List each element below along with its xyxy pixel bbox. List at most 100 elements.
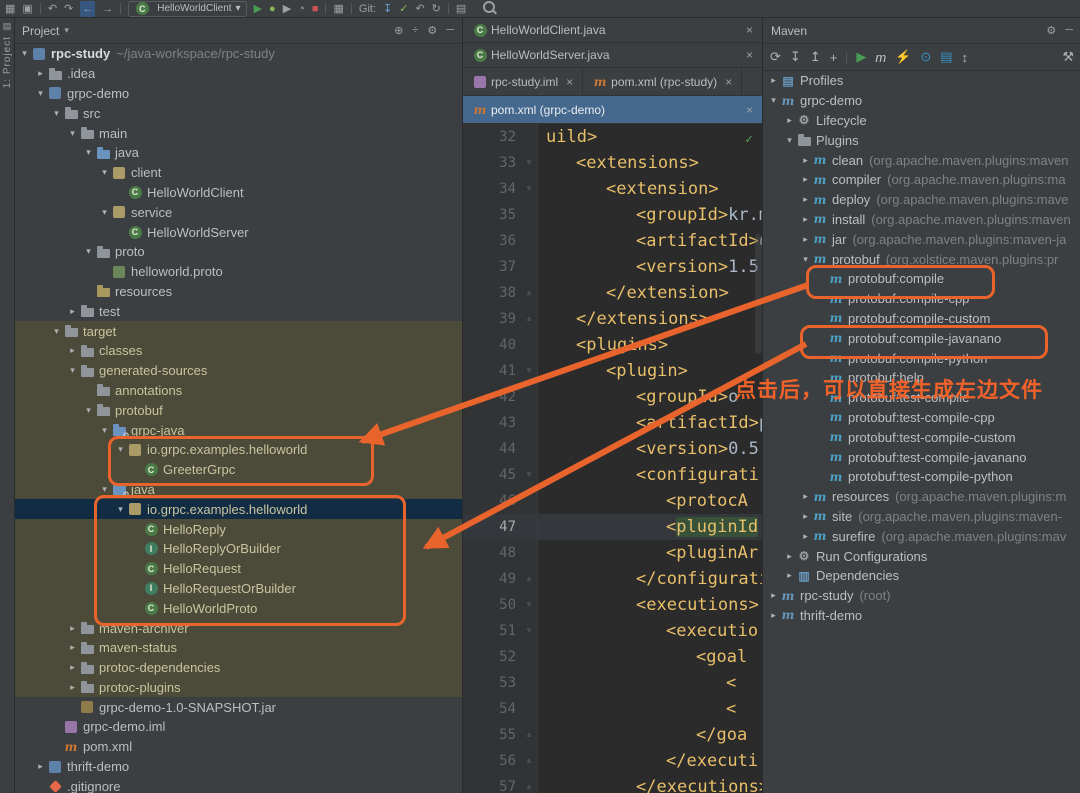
expand-arrow-icon[interactable]: ▸ xyxy=(799,155,812,166)
collapse-arrow-icon[interactable]: ▾ xyxy=(114,444,127,455)
collapse-arrow-icon[interactable]: ▾ xyxy=(767,95,780,106)
project-tree-item[interactable]: C GreeterGrpc xyxy=(14,459,462,480)
add-maven-project-icon[interactable]: + xyxy=(830,50,838,65)
editor-tab[interactable]: C HelloWorldClient.java × xyxy=(463,18,763,42)
project-tree-item[interactable]: ▾ generated-sources xyxy=(14,360,462,381)
fold-marker-icon[interactable]: ▵ xyxy=(521,774,538,793)
maven-tree-item[interactable]: ▸ m rpc-study (root) xyxy=(763,586,1080,606)
maven-tree-item[interactable]: m protobuf:compile-javanano xyxy=(763,328,1080,348)
editor-tab[interactable]: rpc-study.iml × xyxy=(463,68,584,95)
collapse-arrow-icon[interactable]: ▾ xyxy=(82,405,95,416)
project-stripe-button[interactable]: 1: Project xyxy=(2,36,13,88)
project-tree-item[interactable]: ▸ classes xyxy=(14,340,462,361)
maven-tree-item[interactable]: ▸ m clean (org.apache.maven.plugins:maven xyxy=(763,150,1080,170)
maven-tree-item[interactable]: ▸ m site (org.apache.maven.plugins:maven- xyxy=(763,507,1080,527)
project-tree-item[interactable]: ▾ main xyxy=(14,123,462,143)
settings-gear-icon[interactable]: ⚙ xyxy=(1046,24,1056,37)
expand-arrow-icon[interactable]: ▸ xyxy=(783,551,796,562)
maven-tree-item[interactable]: ▾ m grpc-demo xyxy=(763,91,1080,111)
settings-wrench-icon[interactable]: ⚒ xyxy=(1062,49,1074,65)
layout-grid-icon[interactable]: ▦ xyxy=(333,1,343,17)
expand-arrow-icon[interactable]: ▸ xyxy=(767,610,780,621)
expand-arrow-icon[interactable]: ▸ xyxy=(783,115,796,126)
expand-arrow-icon[interactable]: ▸ xyxy=(66,642,79,653)
close-tab-icon[interactable]: × xyxy=(746,23,753,37)
git-rollback-icon[interactable]: ↶ xyxy=(415,1,424,17)
search-everywhere-icon[interactable] xyxy=(483,0,496,18)
run-coverage-icon[interactable]: ▶ xyxy=(283,1,291,17)
expand-arrow-icon[interactable]: ▸ xyxy=(66,662,79,673)
editor-area[interactable]: C HelloWorldClient.java × C HelloWorldServer… xyxy=(462,18,763,793)
project-tree-item[interactable]: ▾ protobuf xyxy=(14,400,462,421)
run-icon[interactable]: ▶ xyxy=(254,1,262,17)
expand-arrow-icon[interactable]: ▸ xyxy=(799,234,812,245)
git-update-icon[interactable]: ↧ xyxy=(383,1,392,17)
fold-marker-icon[interactable]: ▵ xyxy=(521,306,538,332)
project-tree-item[interactable]: ▸ protoc-plugins xyxy=(14,677,462,698)
offline-mode-icon[interactable]: ⊙ xyxy=(920,49,931,65)
project-tree-item[interactable]: I HelloReplyOrBuilder xyxy=(14,538,462,559)
expand-arrow-icon[interactable]: ▸ xyxy=(799,174,812,185)
maven-tree-item[interactable]: ▸ m thrift-demo xyxy=(763,606,1080,626)
debug-icon[interactable]: ● xyxy=(269,1,276,17)
project-tree-item[interactable]: ▸ .idea xyxy=(14,64,462,84)
project-tree-item[interactable]: ▾ proto xyxy=(14,242,462,262)
project-tree-item[interactable]: grpc-demo.iml xyxy=(14,717,462,737)
maven-tree-item[interactable]: m protobuf:test-compile-custom xyxy=(763,427,1080,447)
maven-tree-item[interactable]: ▸ ▥ Dependencies xyxy=(763,566,1080,586)
maven-tree-item[interactable]: m protobuf:compile xyxy=(763,269,1080,289)
locate-file-icon[interactable]: ⊕ xyxy=(394,24,403,37)
project-tree-item[interactable]: grpc-demo-1.0-SNAPSHOT.jar xyxy=(14,697,462,717)
collapse-arrow-icon[interactable]: ▾ xyxy=(98,207,111,218)
expand-arrow-icon[interactable]: ▸ xyxy=(66,306,79,317)
project-tree-item[interactable]: ▸ maven-status xyxy=(14,637,462,658)
run-maven-icon[interactable]: ▶ xyxy=(856,49,866,65)
editor-tab[interactable]: C HelloWorldServer.java × xyxy=(463,43,763,67)
project-tree-item[interactable]: resources xyxy=(14,282,462,302)
skip-tests-icon[interactable]: ⚡ xyxy=(895,49,911,65)
back-icon[interactable]: ← xyxy=(80,0,96,17)
project-tree-item[interactable]: ▾ grpc-demo xyxy=(14,84,462,104)
hide-panel-icon[interactable]: ─ xyxy=(446,24,454,37)
fold-marker-icon[interactable]: ▵ xyxy=(521,748,538,774)
expand-arrow-icon[interactable]: ▸ xyxy=(66,623,79,634)
collapse-arrow-icon[interactable]: ▾ xyxy=(82,147,95,158)
project-tree-item[interactable]: C HelloWorldProto xyxy=(14,598,462,619)
collapse-all-icon[interactable]: ÷ xyxy=(412,24,418,37)
maven-tree-item[interactable]: m protobuf:compile-cpp xyxy=(763,289,1080,309)
project-tree-item[interactable]: ▾ src xyxy=(14,103,462,123)
maven-tree-item[interactable]: ▸ ▤ Profiles xyxy=(763,71,1080,91)
maven-tree-item[interactable]: m protobuf:help xyxy=(763,368,1080,388)
chevron-down-icon[interactable]: ▾ xyxy=(64,25,69,36)
expand-arrow-icon[interactable]: ▸ xyxy=(799,194,812,205)
generate-sources-icon[interactable]: ↧ xyxy=(790,49,801,65)
fold-marker-icon[interactable]: ▿ xyxy=(521,618,538,644)
project-tree-item[interactable]: ▸ test xyxy=(14,301,462,321)
maven-tree-item[interactable]: ▸ ⚙ Run Configurations xyxy=(763,546,1080,566)
project-tree-item[interactable]: C HelloWorldClient xyxy=(14,183,462,203)
open-recent-icon[interactable]: ▣ xyxy=(22,1,32,17)
run-configuration-select[interactable]: C HelloWorldClient ▾ xyxy=(128,0,247,17)
fold-marker-icon[interactable]: ▵ xyxy=(521,722,538,748)
maven-tree-item[interactable]: ▸ ⚙ Lifecycle xyxy=(763,111,1080,131)
collapse-arrow-icon[interactable]: ▾ xyxy=(98,167,111,178)
close-tab-icon[interactable]: × xyxy=(566,75,573,89)
git-commit-icon[interactable]: ✓ xyxy=(399,1,408,17)
fold-marker-icon[interactable]: ▵ xyxy=(521,280,538,306)
settings-gear-icon[interactable]: ⚙ xyxy=(427,24,437,37)
expand-arrow-icon[interactable]: ▸ xyxy=(783,570,796,581)
maven-tree-item[interactable]: ▾ m protobuf (org.xolstice.maven.plugins:pr xyxy=(763,249,1080,269)
project-tree-item[interactable]: annotations xyxy=(14,380,462,401)
project-tree-item[interactable]: ▾ io.grpc.examples.helloworld xyxy=(14,499,462,520)
download-sources-icon[interactable]: ↥ xyxy=(810,49,821,65)
project-tree-item[interactable]: C HelloWorldServer xyxy=(14,222,462,242)
editor-tab[interactable]: m pom.xml (grpc-demo) × xyxy=(463,96,763,123)
code-editor[interactable]: ✓ 32 uild> 33 ▿ <extensions> 34 ▿ <extension> 35… xyxy=(463,124,763,793)
project-tree-item[interactable]: ▾ io.grpc.examples.helloworld xyxy=(14,439,462,460)
project-tree-item[interactable]: m pom.xml xyxy=(14,737,462,757)
close-tab-icon[interactable]: × xyxy=(746,103,753,117)
collapse-arrow-icon[interactable]: ▾ xyxy=(114,504,127,515)
fold-marker-icon[interactable]: ▵ xyxy=(521,566,538,592)
project-tree-item[interactable]: ▸ protoc-dependencies xyxy=(14,657,462,678)
profiler-icon[interactable]: ◔ xyxy=(298,1,305,17)
